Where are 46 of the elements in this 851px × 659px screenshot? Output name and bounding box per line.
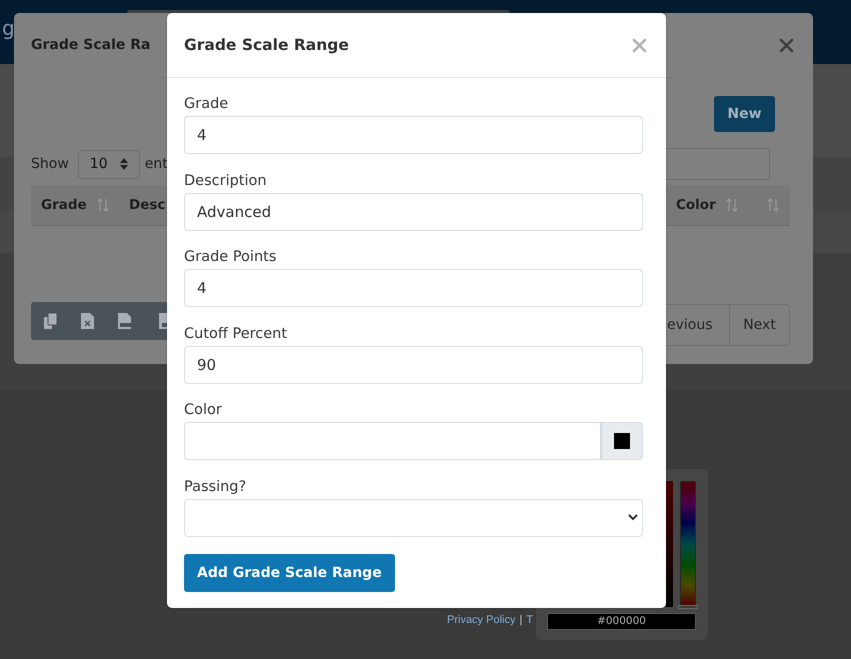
text-input-field[interactable]: Advanced bbox=[184, 192, 643, 231]
file-x-icon[interactable] bbox=[81, 313, 94, 329]
field-label: Cutoff Percent bbox=[184, 324, 288, 344]
field-label: Passing? bbox=[184, 478, 248, 497]
file-icon[interactable] bbox=[118, 313, 131, 329]
hex-input-field[interactable]: #000000 bbox=[547, 613, 696, 630]
close-icon[interactable] bbox=[779, 38, 794, 52]
column-header[interactable]: Desc bbox=[129, 197, 166, 213]
hue-slider-handle[interactable] bbox=[678, 605, 698, 609]
text-input-field[interactable]: 90 bbox=[184, 346, 643, 384]
saturation-area[interactable] bbox=[666, 481, 673, 607]
pagination-button[interactable]: evious bbox=[667, 304, 730, 346]
color-picker-button[interactable] bbox=[601, 422, 643, 460]
submit-button[interactable]: Add Grade Scale Range bbox=[184, 554, 395, 592]
modal-title: Grade Scale Ra bbox=[31, 37, 150, 53]
field-label: Description bbox=[184, 172, 268, 191]
sort-icon[interactable] bbox=[767, 198, 779, 212]
entries-select[interactable]: 10 bbox=[78, 150, 140, 178]
hue-slider-track[interactable] bbox=[680, 481, 696, 607]
show-label: Show bbox=[31, 156, 69, 172]
new-button[interactable]: New bbox=[714, 96, 775, 132]
text-input-field[interactable]: 4 bbox=[184, 269, 643, 308]
brand-text[interactable]: g bbox=[2, 17, 15, 39]
sort-icon[interactable] bbox=[96, 198, 109, 212]
footer-link[interactable]: T bbox=[526, 613, 534, 627]
field-label: Color bbox=[184, 401, 223, 420]
field-label: Grade Points bbox=[184, 248, 278, 268]
entries-label: ent bbox=[144, 156, 168, 172]
select-field[interactable] bbox=[184, 498, 643, 537]
modal-title: Grade Scale Range bbox=[184, 36, 349, 54]
chevron-down-icon bbox=[628, 514, 638, 522]
color-swatch-icon bbox=[614, 433, 630, 450]
navbar-search-field[interactable] bbox=[127, 10, 510, 13]
sort-icon[interactable] bbox=[726, 198, 738, 212]
pagination-button[interactable]: Next bbox=[729, 304, 790, 346]
color-input-field[interactable] bbox=[184, 422, 601, 460]
text-input-field[interactable]: 4 bbox=[184, 116, 643, 154]
file-icon[interactable] bbox=[159, 313, 167, 329]
updown-caret-icon bbox=[120, 158, 128, 170]
column-header[interactable]: Color bbox=[676, 197, 716, 213]
footer-separator: | bbox=[519, 613, 522, 627]
footer-link[interactable]: Privacy Policy bbox=[447, 613, 516, 627]
close-icon[interactable] bbox=[632, 38, 647, 52]
column-header[interactable]: Grade bbox=[41, 197, 87, 213]
field-label: Grade bbox=[184, 95, 230, 114]
copy-icon[interactable] bbox=[44, 313, 57, 329]
